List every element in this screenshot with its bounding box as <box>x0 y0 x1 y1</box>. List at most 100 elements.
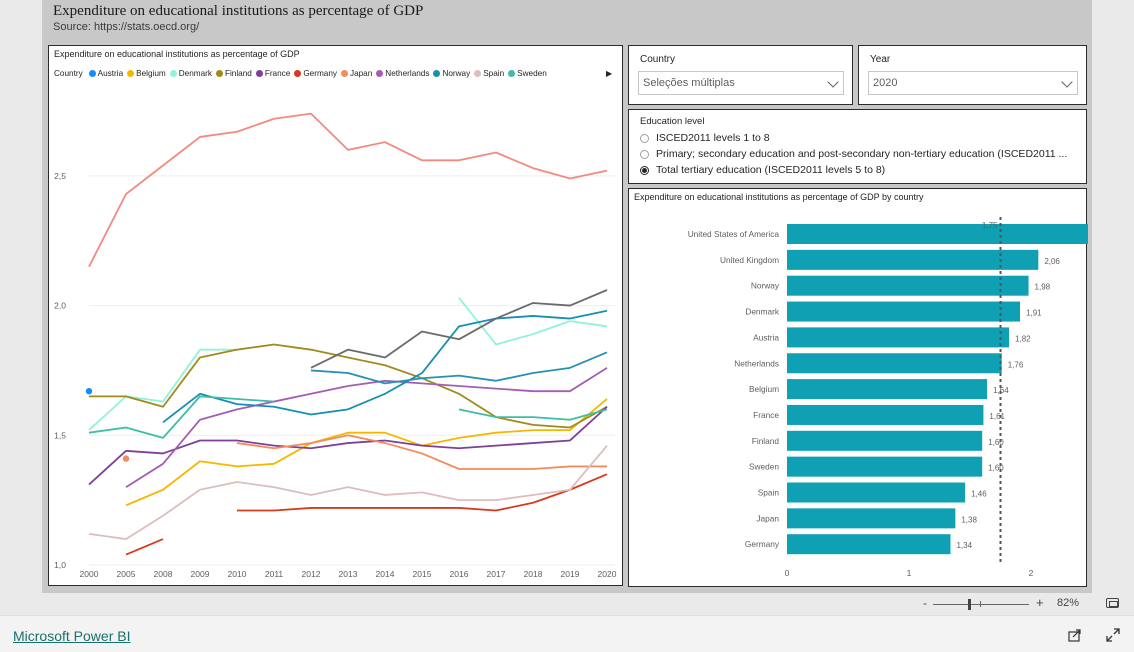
x-tick-label: 2015 <box>413 569 432 579</box>
x-tick-label: 2011 <box>265 569 284 579</box>
bar-spain <box>787 482 966 503</box>
country-dropdown[interactable]: Seleções múltiplas <box>638 71 844 95</box>
zoom-slider[interactable] <box>933 604 1029 605</box>
bar-value-label: 1,61 <box>989 412 1005 421</box>
bar-category-label: Finland <box>752 436 780 446</box>
bar-category-label: Norway <box>751 281 780 291</box>
education-level-label: Education level <box>640 116 705 127</box>
line-series-series-13 <box>310 289 608 369</box>
bar-category-label: Denmark <box>745 307 780 317</box>
radio-option-label: Total tertiary education (ISCED2011 leve… <box>656 164 886 176</box>
bar-value-label: 1,38 <box>961 515 977 524</box>
bar-norway <box>787 275 1029 296</box>
bar-united-states-of-america <box>787 224 1088 244</box>
bar-austria <box>787 327 1010 348</box>
zoom-minus-icon[interactable]: - <box>923 596 927 610</box>
education-level-slicer[interactable]: Education level ISCED2011 levels 1 to 8 … <box>628 109 1087 184</box>
zoom-level: 82% <box>1057 597 1080 609</box>
bar-value-label: 1,60 <box>988 464 1004 473</box>
line-point-austria <box>85 387 93 395</box>
line-series-germany <box>125 538 164 556</box>
bar-category-label: Netherlands <box>734 358 779 368</box>
year-dropdown-value: 2020 <box>873 77 898 89</box>
radio-option-primary-secondary[interactable]: Primary; secondary education and post-se… <box>640 148 1067 160</box>
bar-category-label: Spain <box>758 488 780 498</box>
bar-category-label: Belgium <box>749 384 779 394</box>
bar-denmark <box>787 301 1021 322</box>
x-tick-label: 2010 <box>228 569 247 579</box>
reference-line-label: 1,75 <box>982 221 998 230</box>
bar-value-label: 1,76 <box>1008 360 1024 369</box>
radio-option-label: ISCED2011 levels 1 to 8 <box>656 132 770 144</box>
x-tick-label: 2000 <box>80 569 99 579</box>
x-tick-label: 2017 <box>487 569 506 579</box>
bar-category-label: Austria <box>753 332 779 342</box>
page-title: Expenditure on educational institutions … <box>53 3 424 19</box>
report-canvas: Expenditure on educational institutions … <box>42 0 1092 593</box>
x-tick-label: 2009 <box>191 569 210 579</box>
x-tick-label: 2016 <box>450 569 469 579</box>
line-series-sweden <box>88 395 275 439</box>
x-tick-label: 2019 <box>561 569 580 579</box>
footer: Microsoft Power BI <box>0 615 1134 652</box>
line-series-series-12 <box>88 112 608 268</box>
bar-category-label: Germany <box>745 539 780 549</box>
y-tick-label: 1,0 <box>54 560 66 570</box>
country-slicer-label: Country <box>640 54 676 65</box>
chevron-down-icon[interactable] <box>1061 76 1073 88</box>
radio-option-isced-1-8[interactable]: ISCED2011 levels 1 to 8 <box>640 132 770 144</box>
bar-category-label: United Kingdom <box>720 255 779 265</box>
radio-option-label: Primary; secondary education and post-se… <box>656 148 1068 160</box>
zoom-plus-icon[interactable]: + <box>1036 595 1044 610</box>
bar-netherlands <box>787 353 1002 374</box>
radio-button[interactable] <box>640 133 649 143</box>
radio-button-selected[interactable] <box>640 165 649 175</box>
bar-finland <box>787 430 983 451</box>
radio-option-tertiary[interactable]: Total tertiary education (ISCED2011 leve… <box>640 164 885 176</box>
country-slicer[interactable]: Country Seleções múltiplas <box>628 45 853 105</box>
bar-category-label: France <box>753 410 779 420</box>
year-slicer[interactable]: Year 2020 <box>858 45 1087 105</box>
bar-belgium <box>787 379 988 400</box>
bar-france <box>787 404 984 425</box>
x-tick-label: 2005 <box>117 569 136 579</box>
bar-value-label: 1,60 <box>988 438 1004 447</box>
bar-value-label: 1,46 <box>971 490 987 499</box>
bar-value-label: 1,34 <box>956 541 972 550</box>
line-series-denmark <box>88 348 237 431</box>
line-chart-visual[interactable]: Expenditure on educational institutions … <box>48 45 623 586</box>
zoom-slider-handle[interactable] <box>968 599 971 610</box>
chevron-down-icon[interactable] <box>827 76 839 88</box>
fit-page-icon[interactable] <box>1106 598 1119 608</box>
radio-button[interactable] <box>640 149 649 159</box>
line-chart-svg[interactable]: 1,0 1,5 2,0 2,5 2000 2005 2008 2009 2010 2011 2012… <box>49 46 624 587</box>
line-point-japan <box>122 455 130 462</box>
y-tick-label: 1,5 <box>54 430 66 440</box>
expand-icon[interactable] <box>1106 628 1120 642</box>
line-series-norway <box>162 309 608 424</box>
bar-chart-svg[interactable]: United States of America2,52United Kingd… <box>629 189 1088 588</box>
source-text: Source: https://stats.oecd.org/ <box>53 21 200 33</box>
year-dropdown[interactable]: 2020 <box>868 71 1078 95</box>
zoom-default-tick <box>980 601 981 607</box>
y-tick-label: 2,0 <box>54 301 66 311</box>
bar-category-label: Sweden <box>749 462 779 472</box>
x-tick-label: 2014 <box>376 569 395 579</box>
line-series-japan <box>236 434 607 470</box>
year-slicer-label: Year <box>870 54 891 65</box>
x-tick-label: 2013 <box>339 569 358 579</box>
x-tick-label: 2018 <box>524 569 543 579</box>
x-tick-label: 2008 <box>154 569 173 579</box>
bar-value-label: 2,06 <box>1044 257 1060 266</box>
bar-germany <box>787 534 951 555</box>
bar-chart-visual[interactable]: Expenditure on educational institutions … <box>628 188 1088 588</box>
share-icon[interactable] <box>1068 628 1082 642</box>
power-bi-link[interactable]: Microsoft Power BI <box>13 628 130 644</box>
x-tick-label: 1 <box>907 568 912 578</box>
bar-value-label: 1,91 <box>1026 309 1042 318</box>
line-series-belgium <box>125 398 608 507</box>
bar-category-label: United States of America <box>688 229 780 239</box>
bar-japan <box>787 508 956 529</box>
zoom-bar: - + 82% <box>0 593 1134 615</box>
bar-value-label: 1,82 <box>1015 334 1031 343</box>
